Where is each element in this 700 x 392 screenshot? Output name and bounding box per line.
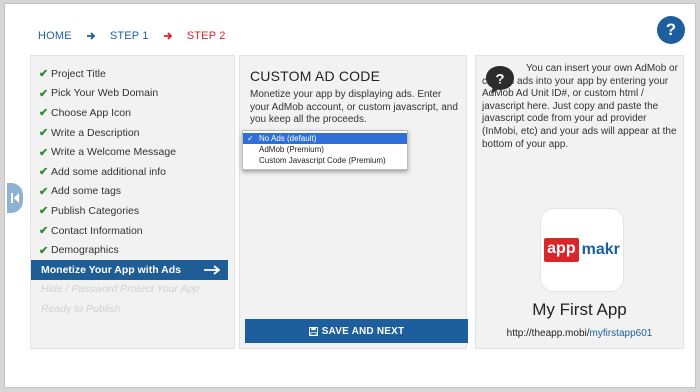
sidebar-item[interactable]: ✔ Write a Welcome Message [31, 142, 234, 162]
page-title: CUSTOM AD CODE [250, 68, 381, 84]
app-icon: app makr [540, 208, 624, 292]
app-url-slug-link[interactable]: myfirstapp601 [590, 328, 653, 339]
sidebar-item[interactable]: ✔ Contact Information [31, 221, 234, 241]
sidebar-item-label: Write a Welcome Message [51, 146, 177, 159]
save-icon [308, 326, 318, 336]
sidebar-item[interactable]: ✔ Publish Categories [31, 201, 234, 221]
question-icon: ? [665, 20, 677, 39]
sidebar-item-label: Publish Categories [51, 204, 140, 217]
sidebar-item[interactable]: ✔ Add some additional info [31, 162, 234, 182]
dropdown-option-label: No Ads (default) [259, 134, 317, 143]
sidebar-item-label: Choose App Icon [51, 106, 131, 119]
checkmark-icon: ✔ [39, 107, 49, 120]
sidebar-item[interactable]: ✔ Demographics [31, 240, 234, 260]
sidebar-item-label: Ready to Publish [41, 302, 121, 315]
info-panel: ? You can insert your own AdMob or custo… [475, 55, 684, 349]
dropdown-option[interactable]: ✓ No Ads (default) [243, 133, 407, 144]
checkmark-icon: ✔ [39, 244, 49, 257]
ad-code-panel: CUSTOM AD CODE Monetize your app by disp… [239, 55, 468, 349]
collapse-sidebar-tab[interactable] [7, 183, 23, 213]
chevron-left-icon [11, 193, 19, 203]
arrow-right-icon [204, 265, 221, 275]
step-sidebar: ✔ Project Title ✔ Pick Your Web Domain ✔ Choo… [30, 55, 235, 349]
checkmark-icon: ✔ [39, 166, 49, 179]
breadcrumb-home[interactable]: HOME [38, 30, 72, 42]
step-list: ✔ Project Title ✔ Pick Your Web Domain ✔ Choo… [31, 64, 234, 319]
sidebar-item[interactable]: ✔ Add some tags [31, 182, 234, 202]
logo-app-text: app [544, 238, 579, 262]
sidebar-item: Ready to Publish [31, 299, 234, 319]
logo-makr-text: makr [581, 241, 620, 258]
sidebar-item-label: Project Title [51, 67, 106, 80]
arrow-right-icon [163, 32, 172, 40]
arrow-right-icon [86, 32, 96, 40]
app-window: HOME STEP 1 STEP 2 ? ✔ Project Title ✔ Pick… [4, 3, 696, 388]
help-button[interactable]: ? [657, 16, 685, 44]
checkmark-icon: ✔ [39, 68, 49, 81]
sidebar-item-label: Hide / Password Protect Your App [41, 283, 200, 296]
sidebar-item[interactable]: ✔ Choose App Icon [31, 103, 234, 123]
ad-description: Monetize your app by displaying ads. Ent… [250, 89, 458, 125]
checkmark-icon: ✔ [39, 127, 49, 140]
dropdown-option[interactable]: Custom Javascript Code (Premium) [243, 155, 407, 166]
appmakr-logo: app makr [544, 238, 620, 262]
checkmark-icon: ✔ [39, 205, 49, 218]
sidebar-item-label: Demographics [51, 244, 119, 257]
sidebar-item-label: Write a Description [51, 126, 140, 139]
app-url-prefix: http://theapp.mobi/ [506, 328, 590, 339]
sidebar-item: Hide / Password Protect Your App [31, 280, 234, 300]
breadcrumb-step1[interactable]: STEP 1 [110, 30, 149, 42]
sidebar-item-label: Pick Your Web Domain [51, 87, 159, 100]
dropdown-option[interactable]: AdMob (Premium) [243, 144, 407, 155]
sidebar-item[interactable]: ✔ Pick Your Web Domain [31, 84, 234, 104]
checkmark-icon: ✔ [39, 225, 49, 238]
breadcrumb: HOME STEP 1 STEP 2 [38, 29, 226, 43]
sidebar-item-label: Add some tags [51, 185, 122, 198]
breadcrumb-step2: STEP 2 [186, 30, 226, 42]
checkmark-icon: ✔ [39, 87, 49, 100]
app-url: http://theapp.mobi/myfirstapp601 [476, 328, 683, 339]
checkmark-icon: ✔ [39, 146, 49, 159]
checkmark-icon: ✓ [247, 134, 254, 143]
save-and-next-button[interactable]: SAVE AND NEXT [245, 319, 468, 343]
sidebar-item-label: Monetize Your App with Ads [41, 263, 181, 276]
save-button-label: SAVE AND NEXT [321, 325, 405, 337]
sidebar-item-label: Add some additional info [51, 165, 166, 178]
sidebar-item[interactable]: ✔ Write a Description [31, 123, 234, 143]
info-text: You can insert your own AdMob or custom … [482, 63, 678, 150]
checkmark-icon: ✔ [39, 185, 49, 198]
app-name: My First App [532, 300, 627, 319]
sidebar-item[interactable]: ✔ Project Title [31, 64, 234, 84]
sidebar-item-label: Contact Information [51, 224, 143, 237]
dropdown-option-label: AdMob (Premium) [259, 145, 324, 154]
ad-type-dropdown[interactable]: ✓ No Ads (default) AdMob (Premium) Custom J… [242, 130, 408, 170]
sidebar-item[interactable]: Monetize Your App with Ads [31, 259, 228, 280]
dropdown-option-label: Custom Javascript Code (Premium) [259, 156, 386, 165]
